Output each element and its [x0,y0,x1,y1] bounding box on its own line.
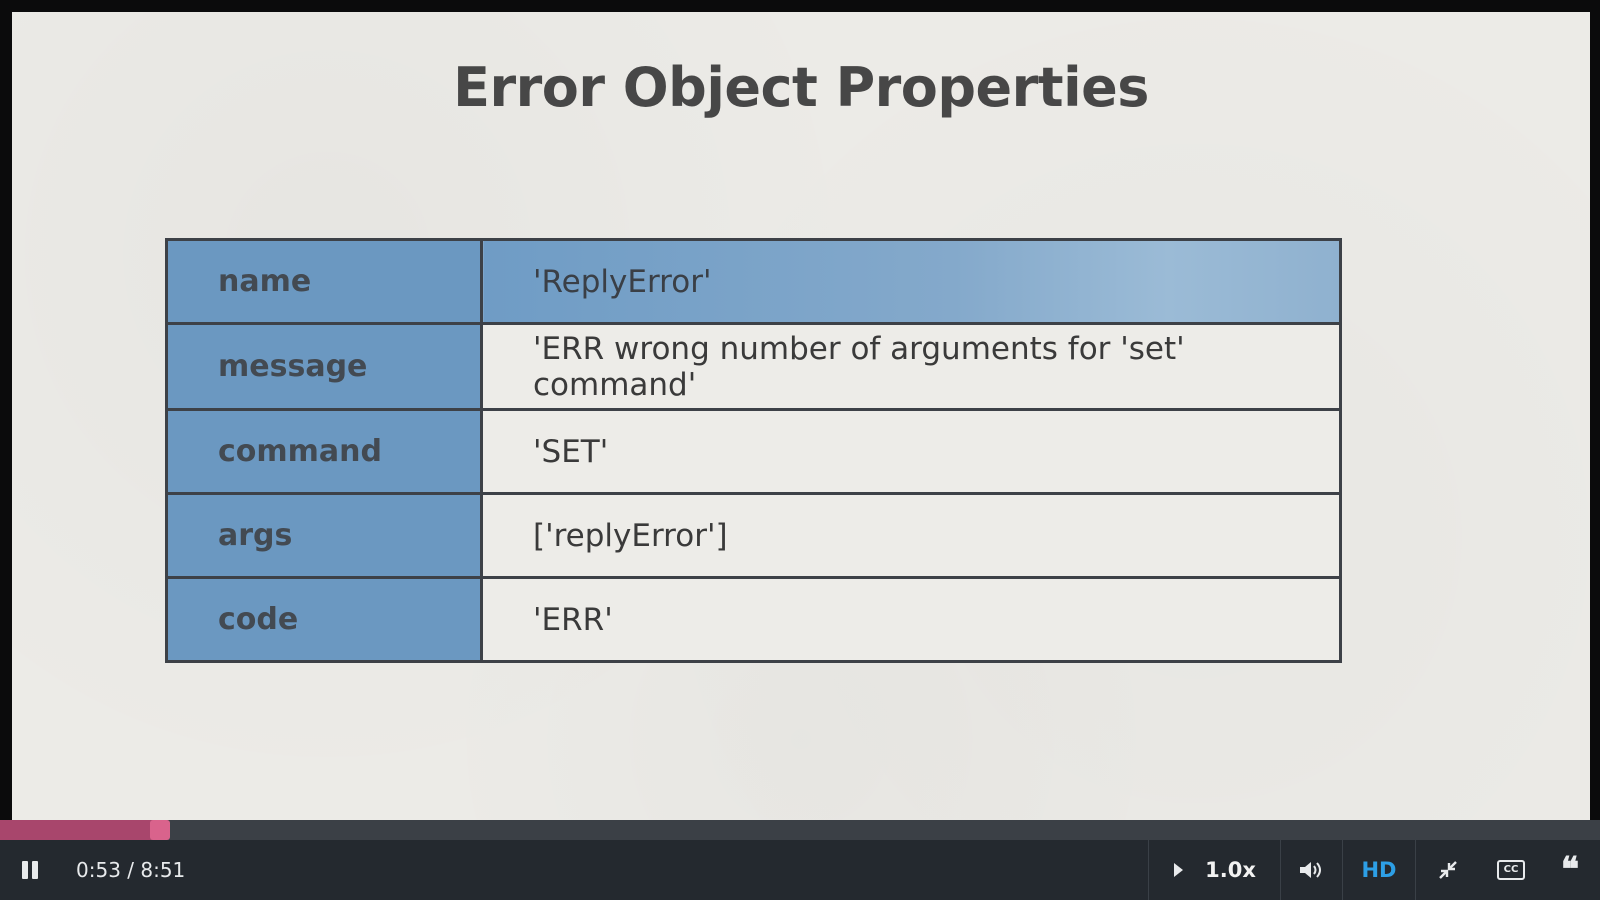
playback-speed-button[interactable]: 1.0x [1150,840,1280,900]
transcript-button[interactable]: ❝ [1543,840,1597,900]
quote-icon: ❝ [1560,850,1580,890]
table-row: args ['replyError'] [165,492,1342,579]
volume-icon [1300,862,1321,878]
property-value: 'ERR wrong number of arguments for 'set'… [480,322,1342,411]
divider [1342,840,1343,900]
property-value: 'ReplyError' [480,238,1342,325]
property-key: args [165,492,483,579]
closed-captions-icon: CC [1497,860,1525,880]
divider [1415,840,1416,900]
progress-handle[interactable] [150,820,170,840]
table-row: code 'ERR' [165,576,1342,663]
property-key: command [165,408,483,495]
property-key: message [165,322,483,411]
progress-bar[interactable] [0,820,1600,840]
exit-fullscreen-button[interactable] [1418,840,1478,900]
pause-button[interactable] [12,840,48,900]
divider [1280,840,1281,900]
speed-label: 1.0x [1205,858,1256,882]
property-key: code [165,576,483,663]
slide: Error Object Properties name 'ReplyError… [12,12,1590,820]
hd-quality-button[interactable]: HD [1345,840,1413,900]
time-display: 0:53 / 8:51 [76,858,186,882]
pause-icon [20,861,40,879]
table-row: message 'ERR wrong number of arguments f… [165,322,1342,411]
property-key: name [165,238,483,325]
play-icon [1174,863,1184,877]
progress-fill [0,820,160,840]
property-value: 'SET' [480,408,1342,495]
property-value: ['replyError'] [480,492,1342,579]
slide-title: Error Object Properties [453,56,1149,119]
error-properties-table: name 'ReplyError' message 'ERR wrong num… [165,238,1342,663]
player-controls: 0:53 / 8:51 1.0x HD CC ❝ [0,840,1600,900]
closed-captions-button[interactable]: CC [1480,840,1542,900]
volume-button[interactable] [1282,840,1340,900]
exit-fullscreen-icon [1439,861,1457,879]
divider [1148,840,1149,900]
table-row: name 'ReplyError' [165,238,1342,325]
property-value: 'ERR' [480,576,1342,663]
table-row: command 'SET' [165,408,1342,495]
